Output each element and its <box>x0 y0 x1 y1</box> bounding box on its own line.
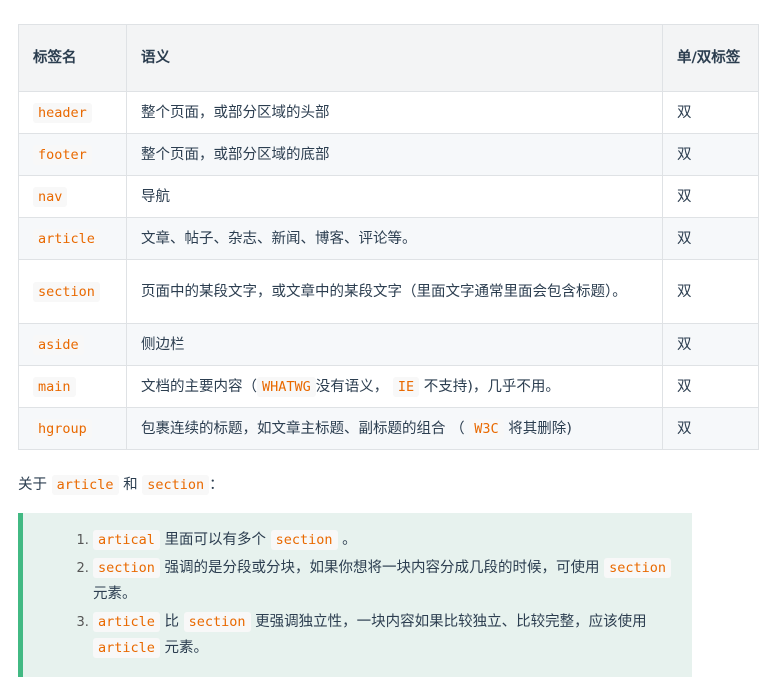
inline-code: artical <box>93 529 160 550</box>
inline-code: section <box>142 475 210 495</box>
table-row: main 文档的主要内容（ WHATWG 没有语义， IE 不支持)，几乎不用。 双 <box>18 365 759 408</box>
header-tag-type: 单/双标签 <box>662 24 759 92</box>
meaning-cell: 导航 <box>126 175 663 218</box>
type-cell: 双 <box>662 323 759 366</box>
tag-code: footer <box>33 144 92 165</box>
inline-code: article <box>51 475 119 495</box>
tag-code: header <box>33 102 92 123</box>
type-cell: 双 <box>662 91 759 134</box>
meaning-cell: 整个页面，或部分区域的底部 <box>126 133 663 176</box>
meaning-text: 将其删除) <box>508 420 572 437</box>
type-cell: 双 <box>662 175 759 218</box>
tag-code: nav <box>33 186 68 207</box>
list-item: artical 里面可以有多个 section 。 <box>93 527 672 553</box>
tag-cell: aside <box>18 323 127 366</box>
type-cell: 双 <box>662 365 759 408</box>
meaning-text: 不支持)，几乎不用。 <box>423 378 560 395</box>
inline-code: section <box>93 557 160 578</box>
meaning-text: 包裹连续的标题，如文章主标题、副标题的组合 （ <box>141 420 465 437</box>
inline-code: section <box>604 557 672 578</box>
table-row: section 页面中的某段文字，或文章中的某段文字（里面文字通常里面会包含标题… <box>18 259 759 324</box>
tag-cell: section <box>18 259 127 324</box>
meaning-cell: 文档的主要内容（ WHATWG 没有语义， IE 不支持)，几乎不用。 <box>126 365 663 408</box>
table-row: hgroup 包裹连续的标题，如文章主标题、副标题的组合 （ W3C 将其删除)… <box>18 407 759 450</box>
tip-text: 元素。 <box>93 585 137 602</box>
tag-code: hgroup <box>33 418 92 439</box>
intro-text: 和 <box>123 477 138 493</box>
table-row: nav 导航 双 <box>18 175 759 218</box>
table-row: footer 整个页面，或部分区域的底部 双 <box>18 133 759 176</box>
tip-list: artical 里面可以有多个 section 。 section 强调的是分段… <box>71 527 672 661</box>
list-item: section 强调的是分段或分块，如果你想将一块内容分成几段的时候，可使用 s… <box>93 555 672 607</box>
meaning-cell: 包裹连续的标题，如文章主标题、副标题的组合 （ W3C 将其删除) <box>126 407 663 450</box>
content: 标签名 语义 单/双标签 header 整个页面，或部分区域的头部 双 foot… <box>18 24 760 677</box>
tip-text: 比 <box>164 613 180 630</box>
tip-text: 更强调独立性，一块内容如果比较独立、比较完整，应该使用 <box>255 613 647 630</box>
inline-code: W3C <box>469 418 504 439</box>
table-row: header 整个页面，或部分区域的头部 双 <box>18 91 759 134</box>
intro-text: 关于 <box>18 477 47 493</box>
inline-code: IE <box>392 376 420 397</box>
meaning-cell: 文章、帖子、杂志、新闻、博客、评论等。 <box>126 217 663 260</box>
inline-code: article <box>93 637 160 658</box>
meaning-cell: 整个页面，或部分区域的头部 <box>126 91 663 134</box>
tag-code: section <box>33 281 100 302</box>
list-item: article 比 section 更强调独立性，一块内容如果比较独立、比较完整… <box>93 609 672 661</box>
meaning-text: 文档的主要内容（ <box>141 378 257 395</box>
meaning-cell: 页面中的某段文字，或文章中的某段文字（里面文字通常里面会包含标题）。 <box>126 259 663 324</box>
type-cell: 双 <box>662 259 759 324</box>
tag-code: aside <box>33 334 84 355</box>
intro-text: ： <box>209 477 224 493</box>
type-cell: 双 <box>662 217 759 260</box>
inline-code: article <box>93 611 160 632</box>
tag-code: main <box>33 376 76 397</box>
tip-text: 强调的是分段或分块，如果你想将一块内容分成几段的时候，可使用 <box>164 559 600 576</box>
header-tag-name: 标签名 <box>18 24 127 92</box>
tag-code: article <box>33 228 100 249</box>
tag-cell: main <box>18 365 127 408</box>
inline-code: section <box>183 611 251 632</box>
tip-block: artical 里面可以有多个 section 。 section 强调的是分段… <box>18 512 692 677</box>
table-row: aside 侧边栏 双 <box>18 323 759 366</box>
table-row: article 文章、帖子、杂志、新闻、博客、评论等。 双 <box>18 217 759 260</box>
meaning-cell: 侧边栏 <box>126 323 663 366</box>
tag-cell: footer <box>18 133 127 176</box>
tag-cell: header <box>18 91 127 134</box>
header-meaning: 语义 <box>126 24 663 92</box>
meaning-text: 没有语义， <box>315 378 389 395</box>
intro-paragraph: 关于 article 和 section： <box>18 472 760 498</box>
tip-text: 元素。 <box>164 639 209 656</box>
semantic-tags-table: 标签名 语义 单/双标签 header 整个页面，或部分区域的头部 双 foot… <box>18 24 759 450</box>
tip-text: 里面可以有多个 <box>164 531 267 548</box>
tip-text: 。 <box>342 531 357 548</box>
inline-code: section <box>270 529 338 550</box>
tag-cell: nav <box>18 175 127 218</box>
table-header-row: 标签名 语义 单/双标签 <box>18 24 759 92</box>
tag-cell: article <box>18 217 127 260</box>
type-cell: 双 <box>662 407 759 450</box>
type-cell: 双 <box>662 133 759 176</box>
inline-code: WHATWG <box>257 376 316 397</box>
tag-cell: hgroup <box>18 407 127 450</box>
